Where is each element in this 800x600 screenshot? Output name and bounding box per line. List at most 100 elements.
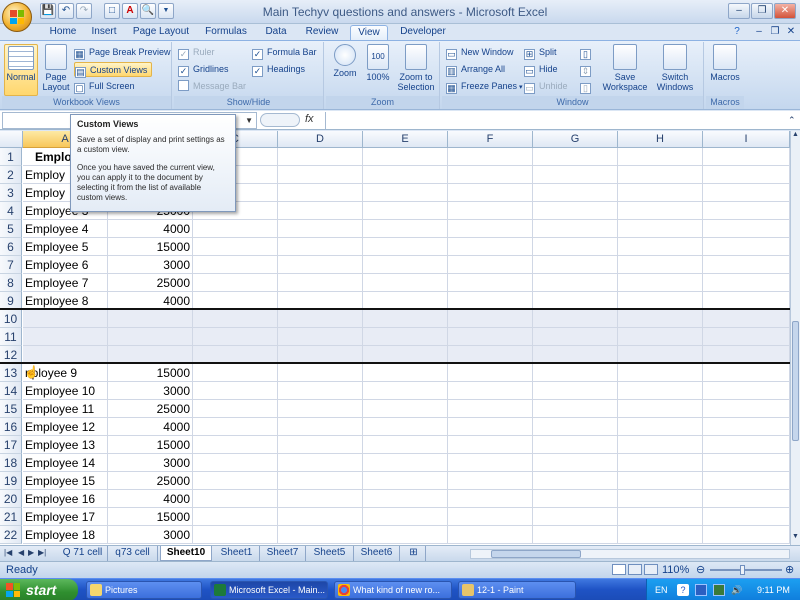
volume-icon[interactable]: 🔊 bbox=[731, 579, 742, 600]
scroll-down-icon[interactable]: ▼ bbox=[791, 533, 800, 543]
close-button[interactable]: ✕ bbox=[774, 3, 796, 19]
cell-empty[interactable] bbox=[193, 418, 278, 436]
cell-empty[interactable] bbox=[363, 454, 448, 472]
cell-empty[interactable] bbox=[703, 238, 790, 256]
vertical-scrollbar[interactable]: ▲ ▼ bbox=[790, 131, 800, 545]
column-header-f[interactable]: F bbox=[448, 131, 533, 148]
cell-empty[interactable] bbox=[703, 328, 790, 346]
cell-empty[interactable] bbox=[193, 382, 278, 400]
cell-empty[interactable] bbox=[533, 274, 618, 292]
h-scroll-thumb[interactable] bbox=[491, 550, 581, 558]
row-header[interactable]: 16 bbox=[0, 418, 22, 436]
normal-view-button[interactable]: Normal bbox=[4, 44, 38, 96]
row-header[interactable]: 14 bbox=[0, 382, 22, 400]
prev-sheet-icon[interactable]: ◀ bbox=[18, 548, 24, 557]
taskbar-item-paint[interactable]: 12-1 - Paint bbox=[458, 581, 576, 599]
ribbon-minimize-icon[interactable]: – bbox=[752, 25, 766, 40]
cell-empty[interactable] bbox=[618, 184, 703, 202]
cell-empty[interactable] bbox=[533, 526, 618, 544]
print-icon[interactable]: A bbox=[122, 3, 138, 19]
cell-empty[interactable] bbox=[448, 202, 533, 220]
headings-checkbox[interactable]: ✓ Headings bbox=[252, 62, 305, 77]
formula-controls[interactable] bbox=[260, 113, 300, 127]
row-header[interactable]: 21 bbox=[0, 508, 22, 526]
cell-empty[interactable] bbox=[278, 256, 363, 274]
formula-bar-checkbox[interactable]: ✓ Formula Bar bbox=[252, 45, 317, 60]
cell-empty[interactable] bbox=[533, 148, 618, 166]
cell-empty[interactable] bbox=[278, 418, 363, 436]
cell-empty[interactable] bbox=[703, 148, 790, 166]
cell-empty[interactable] bbox=[618, 490, 703, 508]
cell-empty[interactable] bbox=[448, 274, 533, 292]
cell-b[interactable]: 3000 bbox=[108, 256, 193, 274]
cell-empty[interactable] bbox=[703, 166, 790, 184]
chevron-down-icon[interactable]: ▼ bbox=[245, 113, 253, 128]
page-layout-icon[interactable] bbox=[628, 564, 642, 575]
cell-empty[interactable] bbox=[448, 454, 533, 472]
zoom-100-button[interactable]: 100 100% bbox=[362, 44, 394, 82]
cell-a[interactable]: Employee 17 bbox=[23, 508, 108, 526]
column-header-e[interactable]: E bbox=[363, 131, 448, 148]
cell-empty[interactable] bbox=[363, 472, 448, 490]
arrange-all-button[interactable]: ▥ Arrange All bbox=[446, 62, 505, 77]
row-header[interactable]: 1 bbox=[0, 148, 22, 166]
cell-empty[interactable] bbox=[533, 238, 618, 256]
cell-empty[interactable] bbox=[533, 454, 618, 472]
cell-empty[interactable] bbox=[618, 274, 703, 292]
zoom-out-icon[interactable]: ⊖ bbox=[696, 563, 705, 576]
cell-empty[interactable] bbox=[278, 472, 363, 490]
sheet-tab[interactable]: q73 cell bbox=[108, 546, 158, 561]
cell-empty[interactable] bbox=[448, 436, 533, 454]
help-icon[interactable]: ? bbox=[677, 584, 689, 596]
cell-empty[interactable] bbox=[193, 220, 278, 238]
cell-empty[interactable] bbox=[193, 526, 278, 544]
cell-empty[interactable] bbox=[618, 328, 703, 346]
cell-empty[interactable] bbox=[278, 274, 363, 292]
row-header[interactable]: 19 bbox=[0, 472, 22, 490]
cell-empty[interactable] bbox=[703, 184, 790, 202]
cell-empty[interactable] bbox=[703, 526, 790, 544]
tab-page-layout[interactable]: Page Layout bbox=[128, 25, 194, 40]
cell-empty[interactable] bbox=[533, 508, 618, 526]
cell-a[interactable]: Employee 14 bbox=[23, 454, 108, 472]
cell-empty[interactable] bbox=[533, 472, 618, 490]
cell-empty[interactable] bbox=[703, 382, 790, 400]
unhide-button[interactable]: ▭ Unhide bbox=[524, 79, 568, 94]
cell-empty[interactable] bbox=[448, 148, 533, 166]
ruler-checkbox[interactable]: ✓ Ruler bbox=[178, 45, 215, 60]
row-header[interactable]: 20 bbox=[0, 490, 22, 508]
cell-empty[interactable] bbox=[193, 274, 278, 292]
normal-view-icon[interactable] bbox=[612, 564, 626, 575]
cell-empty[interactable] bbox=[278, 364, 363, 382]
cell-empty[interactable] bbox=[533, 310, 618, 328]
cell-empty[interactable] bbox=[193, 400, 278, 418]
cell-empty[interactable] bbox=[193, 454, 278, 472]
cell-empty[interactable] bbox=[278, 490, 363, 508]
hide-button[interactable]: ▭ Hide bbox=[524, 62, 558, 77]
cell-empty[interactable] bbox=[618, 310, 703, 328]
cell-empty[interactable] bbox=[193, 256, 278, 274]
cell-empty[interactable] bbox=[533, 400, 618, 418]
page-break-icon[interactable] bbox=[644, 564, 658, 575]
select-all-corner[interactable] bbox=[0, 131, 23, 148]
cell-empty[interactable] bbox=[533, 184, 618, 202]
cell-b[interactable]: 3000 bbox=[108, 526, 193, 544]
gridlines-checkbox[interactable]: ✓ Gridlines bbox=[178, 62, 229, 77]
page-layout-view-button[interactable]: Page Layout bbox=[40, 44, 72, 92]
cell-b[interactable] bbox=[108, 328, 193, 346]
row-header[interactable]: 13 bbox=[0, 364, 22, 382]
save-workspace-button[interactable]: Save Workspace bbox=[602, 44, 648, 92]
cell-empty[interactable] bbox=[448, 472, 533, 490]
cell-empty[interactable] bbox=[448, 256, 533, 274]
cell-empty[interactable] bbox=[618, 364, 703, 382]
sheet-tab[interactable]: Sheet6 bbox=[354, 546, 400, 561]
cell-empty[interactable] bbox=[618, 166, 703, 184]
taskbar-item-pictures[interactable]: Pictures bbox=[86, 581, 202, 599]
cell-empty[interactable] bbox=[363, 148, 448, 166]
scroll-thumb[interactable] bbox=[792, 321, 799, 441]
cell-empty[interactable] bbox=[533, 328, 618, 346]
cell-empty[interactable] bbox=[363, 526, 448, 544]
cell-empty[interactable] bbox=[193, 364, 278, 382]
cell-empty[interactable] bbox=[278, 526, 363, 544]
cell-empty[interactable] bbox=[278, 382, 363, 400]
